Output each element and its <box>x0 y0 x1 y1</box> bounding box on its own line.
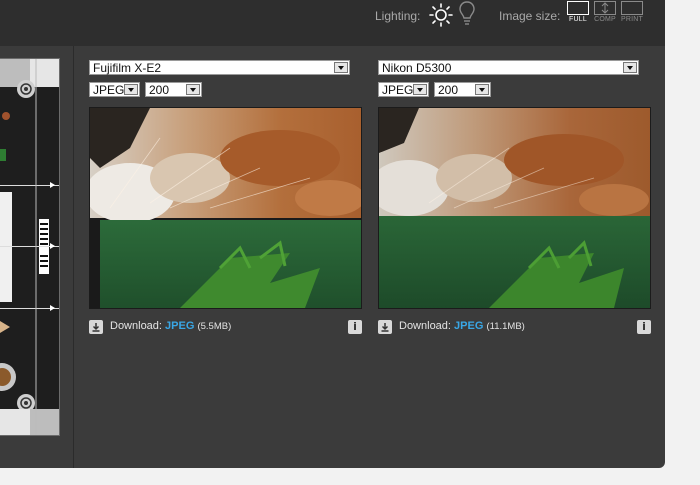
download-file-size: (5.5MB) <box>197 321 232 332</box>
download-link-left[interactable]: Download: JPEG (5.5MB) <box>110 320 231 332</box>
download-label: Download: <box>399 320 451 332</box>
app-window: Lighting: Image size: FULL COMP PRINT Fu… <box>0 0 665 468</box>
feather-crop-image <box>90 108 361 308</box>
download-icon[interactable] <box>89 320 103 334</box>
full-size-icon <box>567 1 589 15</box>
sample-photo-left[interactable] <box>89 107 362 309</box>
camera-select-left[interactable]: Fujifilm X-E2 <box>89 60 350 75</box>
scene-thumbnail-image <box>0 59 59 435</box>
print-size-icon <box>621 1 643 15</box>
chevron-down-icon[interactable] <box>623 62 637 73</box>
sample-photo-right[interactable] <box>378 107 651 309</box>
panel-divider <box>73 46 74 468</box>
iso-select-right[interactable]: 200 <box>434 82 491 97</box>
info-icon[interactable]: i <box>348 320 362 334</box>
download-link-right[interactable]: Download: JPEG (11.1MB) <box>399 320 525 332</box>
size-comp-option[interactable]: COMP <box>594 1 616 23</box>
size-print-option[interactable]: PRINT <box>621 1 643 23</box>
compare-size-icon <box>594 1 616 15</box>
chevron-down-icon[interactable] <box>413 84 427 95</box>
download-format-link[interactable]: JPEG <box>454 320 483 332</box>
lightbulb-icon[interactable] <box>458 0 476 26</box>
format-select-left-value: JPEG <box>93 83 125 97</box>
info-icon[interactable]: i <box>637 320 651 334</box>
size-full-option[interactable]: FULL <box>567 1 589 23</box>
format-select-right[interactable]: JPEG <box>378 82 429 97</box>
size-print-label: PRINT <box>621 16 643 23</box>
download-row-right: Download: JPEG (11.1MB) i <box>378 319 651 335</box>
size-full-label: FULL <box>569 16 587 23</box>
download-format-link[interactable]: JPEG <box>165 320 194 332</box>
download-file-size: (11.1MB) <box>486 321 525 332</box>
format-select-right-value: JPEG <box>382 83 414 97</box>
scene-navigator-thumbnail[interactable] <box>0 58 60 436</box>
lighting-label: Lighting: <box>375 9 421 23</box>
image-size-label: Image size: <box>499 9 561 23</box>
camera-select-right-value: Nikon D5300 <box>382 61 452 75</box>
download-icon[interactable] <box>378 320 392 334</box>
chevron-down-icon[interactable] <box>475 84 489 95</box>
chevron-down-icon[interactable] <box>334 62 348 73</box>
format-select-left[interactable]: JPEG <box>89 82 140 97</box>
camera-select-right[interactable]: Nikon D5300 <box>378 60 639 75</box>
chevron-down-icon[interactable] <box>124 84 138 95</box>
camera-select-left-value: Fujifilm X-E2 <box>93 61 162 75</box>
download-row-left: Download: JPEG (5.5MB) i <box>89 319 362 335</box>
feather-crop-image <box>379 108 650 308</box>
iso-select-right-value: 200 <box>438 83 459 97</box>
sun-icon[interactable] <box>428 2 454 28</box>
download-label: Download: <box>110 320 162 332</box>
iso-select-left[interactable]: 200 <box>145 82 202 97</box>
iso-select-left-value: 200 <box>149 83 170 97</box>
chevron-down-icon[interactable] <box>186 84 200 95</box>
size-comp-label: COMP <box>594 16 616 23</box>
top-toolbar: Lighting: Image size: FULL COMP PRINT <box>0 0 665 46</box>
